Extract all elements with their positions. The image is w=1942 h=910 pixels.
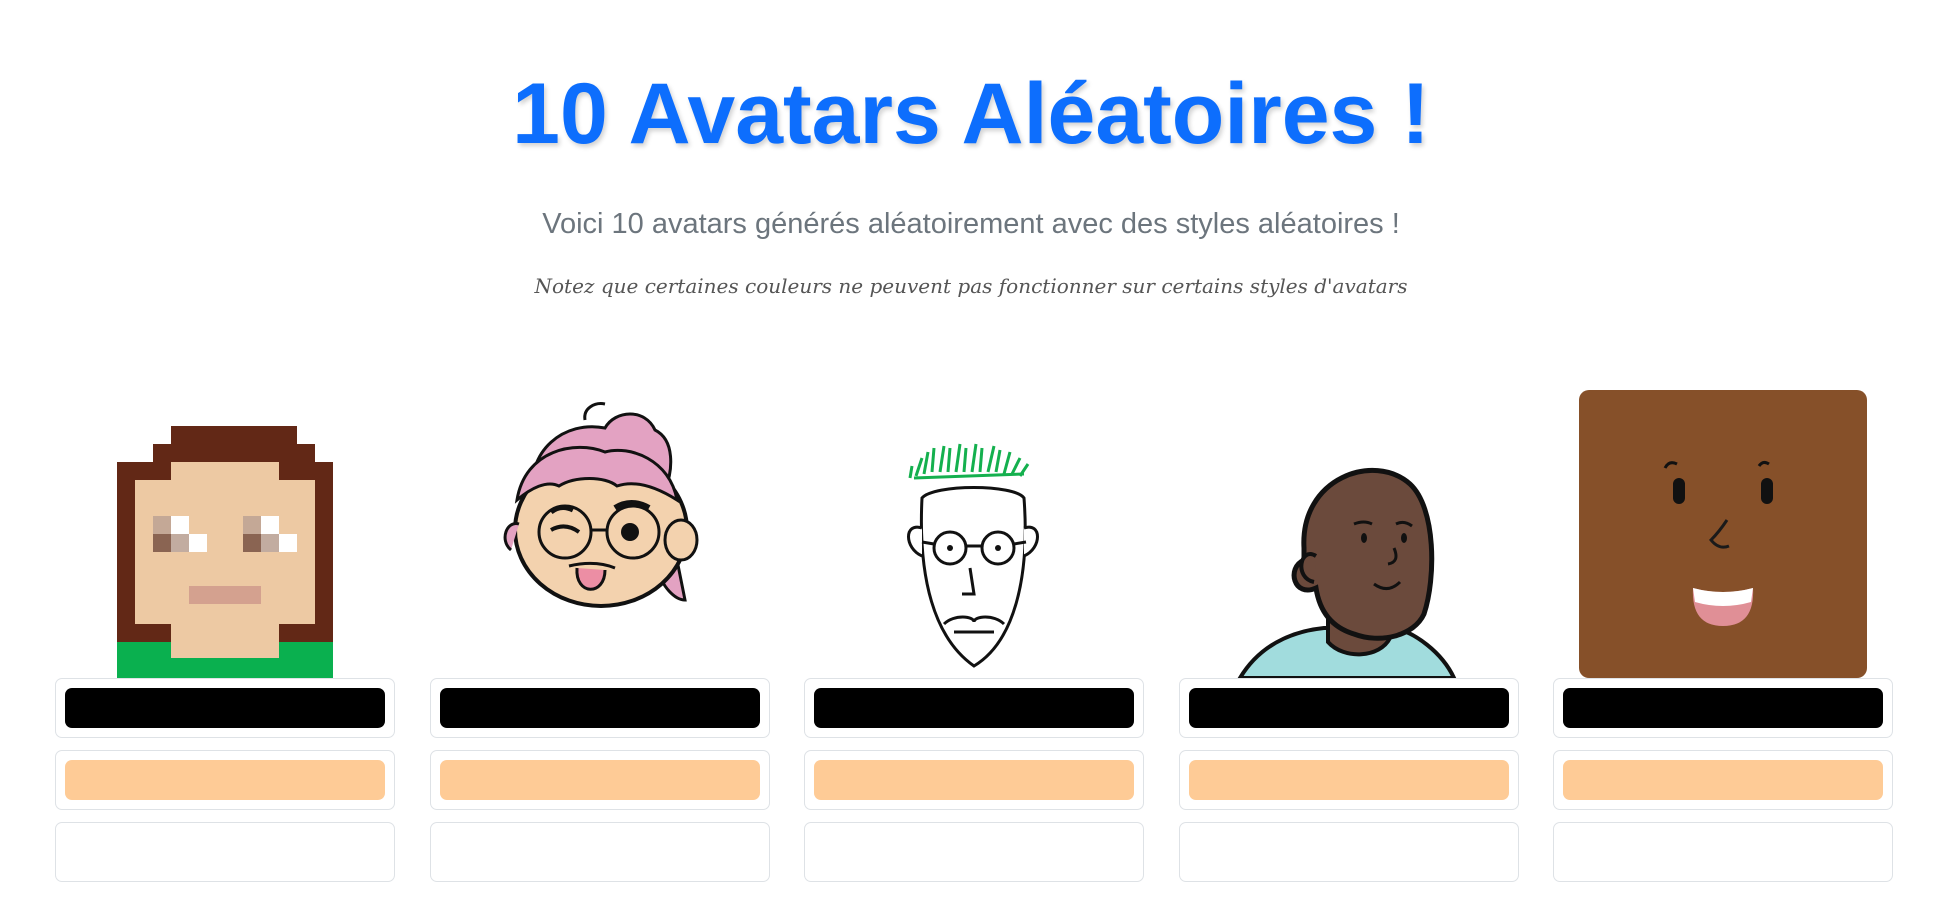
page-subtitle: Voici 10 avatars générés aléatoirement a… bbox=[542, 208, 1400, 240]
color-field[interactable] bbox=[429, 678, 770, 738]
colors-note: Notez que certaines couleurs ne peuvent … bbox=[534, 274, 1408, 298]
square-face-avatar-icon bbox=[1579, 390, 1867, 678]
color-swatch bbox=[65, 688, 385, 728]
color-swatch bbox=[1188, 832, 1509, 872]
color-field[interactable] bbox=[429, 822, 770, 882]
avatar-image bbox=[1204, 390, 1494, 678]
color-swatch bbox=[1563, 688, 1883, 728]
color-swatch bbox=[439, 688, 760, 728]
winking-girl-avatar-icon bbox=[503, 402, 698, 608]
avatar-card bbox=[1178, 390, 1519, 882]
color-swatch bbox=[814, 760, 1134, 800]
color-swatch bbox=[1188, 688, 1509, 728]
color-field[interactable] bbox=[1553, 822, 1893, 882]
avatar-image bbox=[80, 390, 370, 678]
color-field[interactable] bbox=[1553, 678, 1893, 738]
color-field[interactable] bbox=[1178, 678, 1519, 738]
color-field[interactable] bbox=[804, 678, 1144, 738]
color-field[interactable] bbox=[55, 822, 395, 882]
color-swatch bbox=[1188, 760, 1509, 800]
sketch-man-avatar-icon bbox=[907, 443, 1039, 668]
color-swatch bbox=[65, 760, 385, 800]
color-field[interactable] bbox=[804, 750, 1144, 810]
avatar-image bbox=[1578, 390, 1868, 678]
color-swatch bbox=[814, 688, 1134, 728]
color-field[interactable] bbox=[55, 678, 395, 738]
color-field[interactable] bbox=[804, 822, 1144, 882]
color-field[interactable] bbox=[429, 750, 770, 810]
avatar-card bbox=[804, 390, 1144, 882]
avatar-card bbox=[1553, 390, 1893, 882]
avatar-card bbox=[429, 390, 770, 882]
page-title: 10 Avatars Aléatoires ! bbox=[512, 66, 1430, 162]
color-field[interactable] bbox=[55, 750, 395, 810]
color-swatch bbox=[814, 832, 1134, 872]
color-field[interactable] bbox=[1178, 822, 1519, 882]
color-swatch bbox=[1563, 832, 1883, 872]
color-field[interactable] bbox=[1178, 750, 1519, 810]
avatar-image bbox=[455, 390, 745, 678]
avatar-grid bbox=[55, 390, 1893, 882]
pixel-art-avatar-icon bbox=[117, 426, 333, 678]
color-swatch bbox=[65, 832, 385, 872]
color-swatch bbox=[1563, 760, 1883, 800]
color-swatch bbox=[439, 760, 760, 800]
bald-person-avatar-icon bbox=[1237, 468, 1456, 678]
avatar-image bbox=[829, 390, 1119, 678]
avatar-card bbox=[55, 390, 395, 882]
color-field[interactable] bbox=[1553, 750, 1893, 810]
color-swatch bbox=[439, 832, 760, 872]
